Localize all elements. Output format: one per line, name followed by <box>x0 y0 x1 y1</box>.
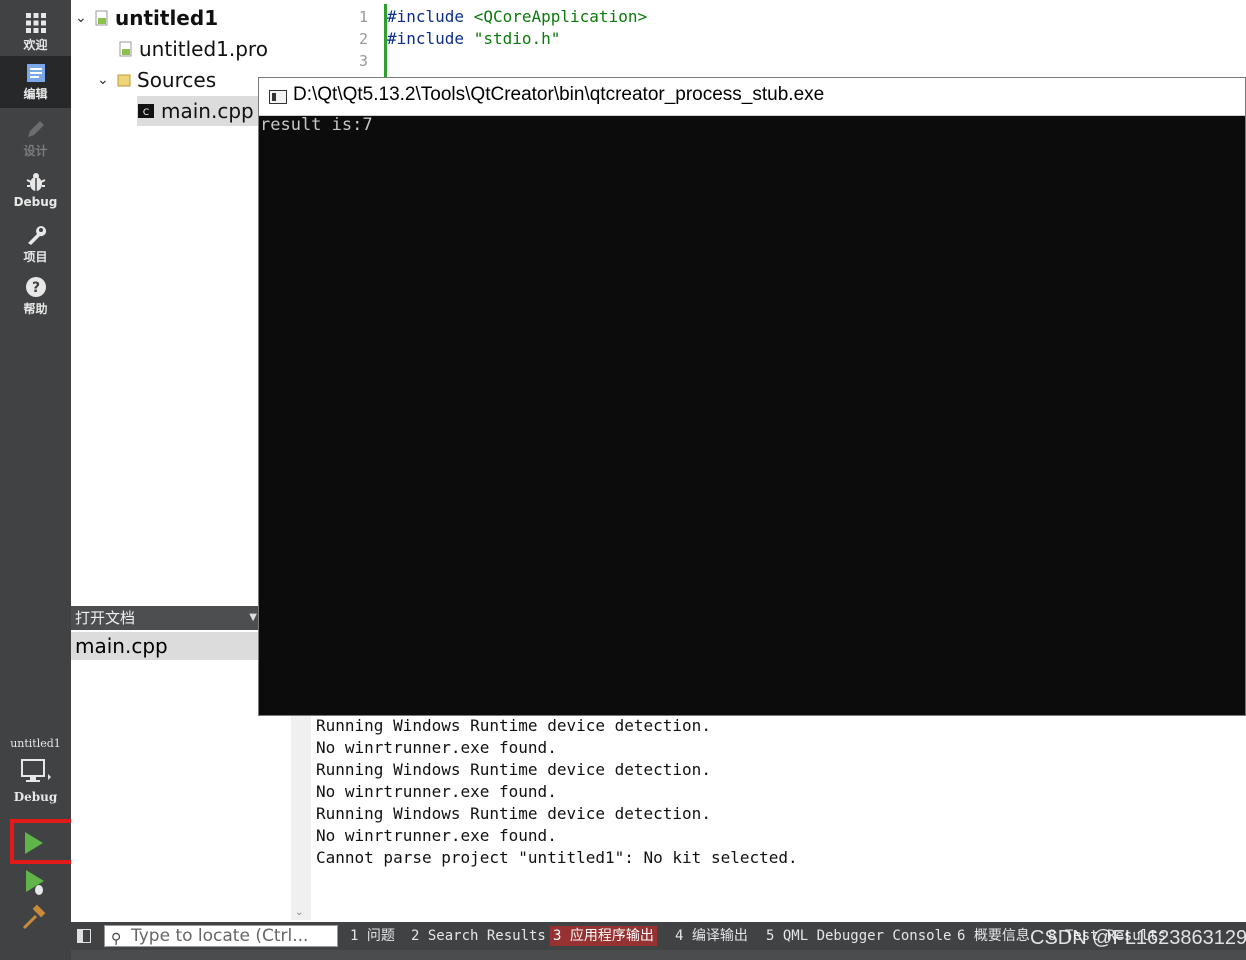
console-app-icon <box>269 90 287 104</box>
console-title: D:\Qt\Qt5.13.2\Tools\QtCreator\bin\qtcre… <box>293 84 825 105</box>
mode-help[interactable]: ? 帮助 <box>0 270 71 322</box>
code-line: #include "stdio.h" <box>387 29 560 48</box>
tree-item-sources[interactable]: ⌄ Sources <box>97 65 216 95</box>
console-titlebar[interactable]: D:\Qt\Qt5.13.2\Tools\QtCreator\bin\qtcre… <box>259 78 1245 116</box>
tab-compile-output[interactable]: 4 编译输出 <box>672 926 751 946</box>
mode-projects[interactable]: 项目 <box>0 218 71 270</box>
code-line: #include <QCoreApplication> <box>387 7 647 26</box>
scroll-down-icon: ⌄ <box>295 907 304 918</box>
open-document-item[interactable]: main.cpp <box>71 632 261 660</box>
output-line: Running Windows Runtime device detection… <box>316 804 711 823</box>
taskbar-strip <box>71 950 1246 960</box>
dropdown-arrow-icon: ▼ <box>249 612 257 623</box>
watermark: CSDN @FL1623863129 <box>1030 927 1246 949</box>
code-keyword: #include <box>387 7 465 26</box>
locator-input[interactable]: ⚲ Type to locate (Ctrl... <box>104 925 338 947</box>
console-body[interactable]: result is:7 <box>259 115 1245 715</box>
kit-project-name: untitled1 <box>10 737 61 750</box>
project-name: untitled1 <box>115 6 219 30</box>
open-documents-header[interactable]: 打开文档 ▼ <box>71 606 261 630</box>
output-line: Running Windows Runtime device detection… <box>316 760 711 779</box>
output-line: Running Windows Runtime device detection… <box>316 716 711 735</box>
bug-icon <box>26 173 45 191</box>
chevron-down-icon: ⌄ <box>97 72 109 88</box>
line-number-gutter: 1 2 3 <box>311 0 386 80</box>
tree-item-main-cpp[interactable]: C main.cpp <box>137 96 262 126</box>
tab-qml-debugger-console[interactable]: 5 QML Debugger Console <box>763 926 954 946</box>
source-file-name: main.cpp <box>161 99 254 123</box>
mode-edit[interactable]: 编辑 <box>0 56 71 108</box>
line-number: 3 <box>358 52 368 70</box>
output-line: No winrtrunner.exe found. <box>316 826 557 845</box>
mode-label: Debug <box>13 195 58 209</box>
search-icon: ⚲ <box>111 931 122 947</box>
output-line: No winrtrunner.exe found. <box>316 738 557 757</box>
tab-general-messages[interactable]: 6 概要信息 <box>954 926 1033 946</box>
kit-selector[interactable]: Debug <box>0 758 71 816</box>
sources-folder-name: Sources <box>137 68 217 92</box>
sidebar-toggle-icon <box>78 930 83 942</box>
console-line: result is:7 <box>260 115 373 135</box>
open-documents-title: 打开文档 <box>75 609 136 627</box>
toggle-sidebar-button[interactable] <box>77 929 91 943</box>
pencil-icon <box>27 120 44 137</box>
project-file-icon <box>95 10 108 26</box>
code-string: "stdio.h" <box>473 29 561 48</box>
edit-doc-icon <box>26 63 45 82</box>
code-string: <QCoreApplication> <box>473 7 648 26</box>
grid-icon <box>25 12 46 33</box>
scrollbar[interactable]: ⌄ <box>291 716 311 920</box>
debug-run-button[interactable] <box>20 868 50 898</box>
console-window[interactable]: D:\Qt\Qt5.13.2\Tools\QtCreator\bin\qtcre… <box>258 77 1246 716</box>
kit-build-config: Debug <box>13 790 58 804</box>
code-editor[interactable]: 1 2 3 #include <QCoreApplication> #inclu… <box>311 0 1246 80</box>
pro-file-name: untitled1.pro <box>139 37 268 61</box>
locator-placeholder: Type to locate (Ctrl... <box>131 926 309 946</box>
output-line: Cannot parse project "untitled1": No kit… <box>316 848 798 867</box>
mode-design[interactable]: 设计 <box>0 112 71 164</box>
help-icon: ? <box>25 276 46 297</box>
tab-issues[interactable]: 1 问题 <box>347 926 398 946</box>
play-icon <box>25 832 43 854</box>
wrench-icon <box>27 225 46 245</box>
output-line: No winrtrunner.exe found. <box>316 782 557 801</box>
mode-bar: 欢迎 编辑 设计 Debug 项目 ? 帮助 untitled1 Debug <box>0 0 78 960</box>
application-output-pane[interactable]: Running Windows Runtime device detection… <box>311 716 1246 920</box>
mode-label: 欢迎 <box>23 37 48 52</box>
mode-label: 编辑 <box>23 86 48 101</box>
hammer-icon <box>22 904 46 930</box>
tab-search-results[interactable]: 2 Search Results <box>408 926 549 946</box>
open-documents-list: main.cpp <box>71 630 261 920</box>
tree-item-pro-file[interactable]: untitled1.pro <box>119 34 268 64</box>
line-number: 1 <box>358 8 368 26</box>
mode-welcome[interactable]: 欢迎 <box>0 6 71 58</box>
debug-play-icon <box>26 870 44 895</box>
code-keyword: #include <box>387 29 465 48</box>
chevron-down-icon: ⌄ <box>75 10 87 26</box>
mode-label: 帮助 <box>23 301 48 316</box>
folder-icon <box>117 74 131 87</box>
tab-application-output[interactable]: 3 应用程序输出 <box>550 926 657 946</box>
mode-label: 设计 <box>23 143 48 158</box>
cpp-file-icon: C <box>138 104 154 118</box>
run-button[interactable] <box>10 821 58 865</box>
svg-text:?: ? <box>31 280 39 296</box>
tree-item-project[interactable]: ⌄ untitled1 <box>75 3 218 33</box>
build-button[interactable] <box>20 904 50 932</box>
mode-label: 项目 <box>23 249 48 264</box>
svg-text:C: C <box>143 108 149 118</box>
pro-file-icon <box>119 41 132 57</box>
monitor-icon <box>20 759 51 782</box>
mode-debug[interactable]: Debug <box>0 164 71 216</box>
line-number: 2 <box>358 30 368 48</box>
